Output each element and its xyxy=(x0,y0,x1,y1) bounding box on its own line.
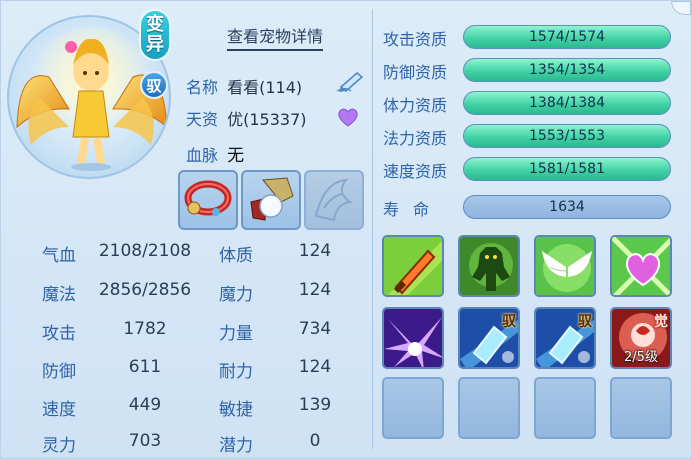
awaken-tag: 觉 xyxy=(654,314,668,330)
empty-skill-slot xyxy=(534,377,596,439)
stat-value: 124 xyxy=(298,357,332,377)
stat-label: 魔法 xyxy=(42,285,76,305)
pet-talent-label: 天资 xyxy=(186,110,219,129)
skill-slot[interactable]: 驭 xyxy=(458,307,520,369)
skill-level-text: 2/5级 xyxy=(624,350,658,365)
stat-value: 703 xyxy=(128,431,162,451)
stat-value: 2856/2856 xyxy=(98,280,192,300)
aptitude-bar: 1384/1384 xyxy=(463,91,671,115)
view-pet-details-link[interactable]: 查看宠物详情 xyxy=(227,23,324,51)
aptitude-label: 速度资质 xyxy=(383,162,448,181)
red-collar-icon xyxy=(184,180,232,216)
rename-pencil-icon[interactable] xyxy=(335,69,367,93)
skill-slot[interactable]: 驭 xyxy=(534,307,596,369)
aptitude-value: 1581/1581 xyxy=(529,161,605,177)
purple-burst-skill-icon xyxy=(384,309,442,367)
empty-skill-slot xyxy=(382,377,444,439)
sword-skill-icon xyxy=(384,237,442,295)
aptitude-label: 法力资质 xyxy=(383,129,448,148)
equip-slot-empty[interactable] xyxy=(304,170,364,230)
tame-badge: 驭 xyxy=(140,71,168,99)
aptitude-bar: 1354/1354 xyxy=(463,58,671,82)
mutant-badge-char-2: 异 xyxy=(146,34,164,55)
stat-label: 潜力 xyxy=(219,436,253,456)
stat-label: 攻击 xyxy=(42,324,76,344)
stat-value: 449 xyxy=(128,395,162,415)
stat-label: 灵力 xyxy=(42,436,76,456)
tame-tag: 驭 xyxy=(578,314,592,330)
stat-label: 力量 xyxy=(219,324,253,344)
heart-burst-skill-icon xyxy=(612,237,670,295)
stat-label: 敏捷 xyxy=(219,400,253,420)
orb-armor-icon xyxy=(250,177,294,221)
pet-bloodline-value: 无 xyxy=(227,146,245,166)
lifespan-value: 1634 xyxy=(549,199,585,215)
pet-name-label: 名称 xyxy=(186,78,219,97)
stat-value: 734 xyxy=(298,319,332,339)
skill-slot[interactable] xyxy=(534,235,596,297)
panel-divider xyxy=(372,9,373,449)
mutant-badge-char-1: 变 xyxy=(146,14,164,35)
skill-slot[interactable]: 觉 2/5级 xyxy=(610,307,672,369)
stat-label: 体质 xyxy=(219,246,253,266)
aptitude-value: 1354/1354 xyxy=(529,62,605,78)
aptitude-bar: 1574/1574 xyxy=(463,25,671,49)
empty-skill-slot xyxy=(610,377,672,439)
stat-label: 防御 xyxy=(42,362,76,382)
pet-bloodline-row: 血脉 无 xyxy=(186,141,244,166)
mutant-badge: 变 异 xyxy=(139,9,171,61)
aptitude-bar: 1553/1553 xyxy=(463,124,671,148)
equip-slot-collar[interactable] xyxy=(178,170,238,230)
empty-slot-emblem-icon xyxy=(314,178,353,222)
lifespan-label: 寿命 xyxy=(383,200,444,219)
skill-slot[interactable] xyxy=(610,235,672,297)
skill-slot[interactable] xyxy=(382,235,444,297)
stat-value: 1782 xyxy=(123,319,167,339)
panel-corner-tab xyxy=(671,1,691,15)
aptitude-label: 体力资质 xyxy=(383,96,448,115)
green-giant-skill-icon xyxy=(460,237,518,295)
stat-label: 速度 xyxy=(42,400,76,420)
stat-value: 124 xyxy=(298,241,332,261)
aptitude-value: 1384/1384 xyxy=(529,95,605,111)
tame-tag: 驭 xyxy=(502,314,516,330)
pet-name-value: 看看(114) xyxy=(227,78,303,97)
aptitude-value: 1574/1574 xyxy=(529,29,605,45)
stat-label: 魔力 xyxy=(219,285,253,305)
stat-value: 139 xyxy=(298,395,332,415)
stat-value: 0 xyxy=(309,431,321,451)
aptitude-value: 1553/1553 xyxy=(529,128,605,144)
stat-label: 气血 xyxy=(42,246,76,266)
stat-value: 124 xyxy=(298,280,332,300)
aptitude-bar: 1581/1581 xyxy=(463,157,671,181)
pet-bloodline-label: 血脉 xyxy=(186,146,219,165)
empty-skill-slot xyxy=(458,377,520,439)
aptitude-label: 攻击资质 xyxy=(383,30,448,49)
pet-talent-value: 优(15337) xyxy=(227,110,307,129)
aptitude-label: 防御资质 xyxy=(383,63,448,82)
pet-talent-row: 天资 优(15337) xyxy=(186,106,307,130)
pet-name-row: 名称 看看(114) xyxy=(186,74,302,98)
skill-slot[interactable] xyxy=(382,307,444,369)
angel-wings-skill-icon xyxy=(536,237,594,295)
lifespan-bar: 1634 xyxy=(463,195,671,219)
stat-label: 耐力 xyxy=(219,362,253,382)
heart-icon[interactable] xyxy=(337,107,359,127)
pet-detail-panel: 变 异 驭 查看宠物详情 名称 看看(114) 天资 优(15337) 血脉 无 xyxy=(0,0,692,459)
stat-value: 611 xyxy=(128,357,162,377)
skill-slot[interactable] xyxy=(458,235,520,297)
stat-value: 2108/2108 xyxy=(98,241,192,261)
equip-slot-armor[interactable] xyxy=(241,170,301,230)
